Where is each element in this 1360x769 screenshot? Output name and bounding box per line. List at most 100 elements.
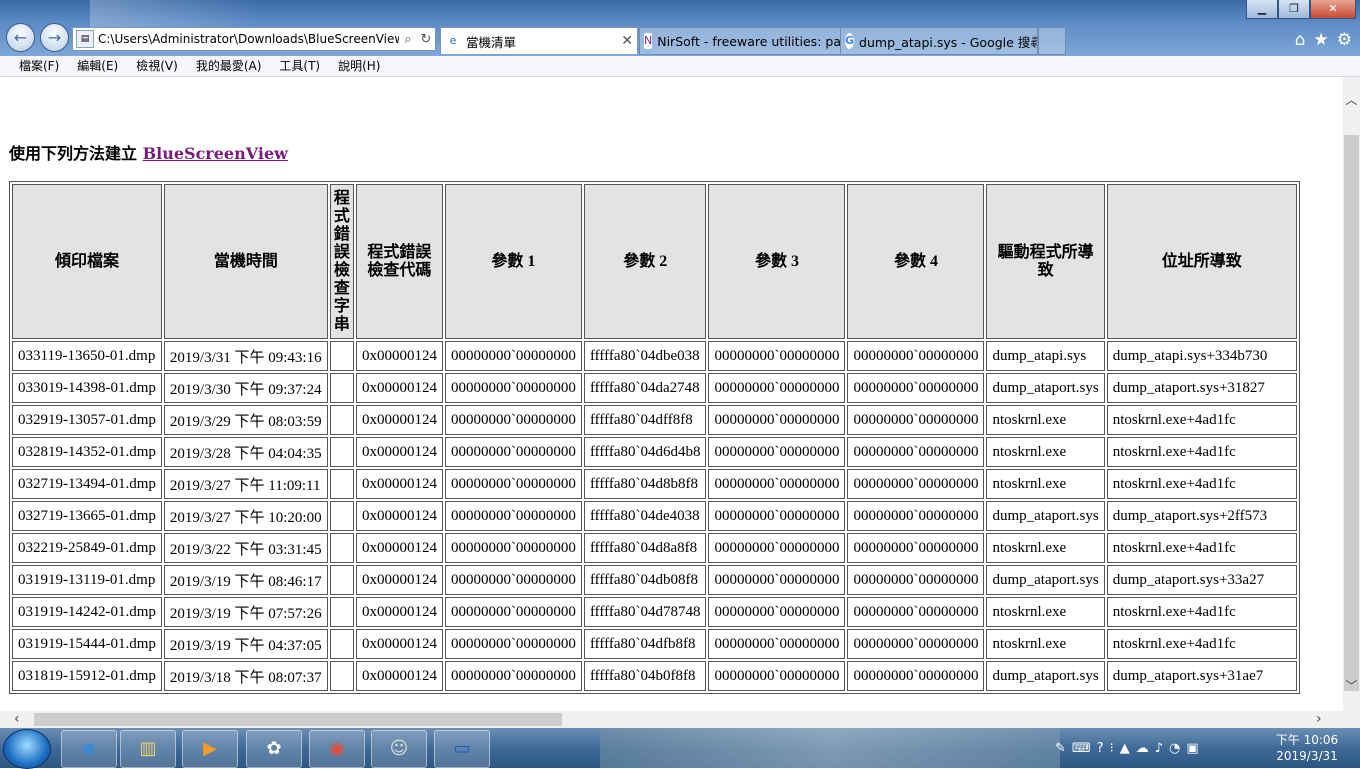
address-url[interactable]: C:\Users\Administrator\Downloads\BlueScr… [98, 32, 399, 46]
menu-view[interactable]: 檢視(V) [127, 56, 187, 76]
table-cell: 2019/3/27 下午 10:20:00 [163, 501, 328, 531]
refresh-icon[interactable]: ↻ [417, 32, 435, 47]
wifi-icon[interactable]: ◔ [1169, 741, 1180, 756]
start-button[interactable] [3, 729, 51, 769]
menu-tools[interactable]: 工具(T) [270, 56, 329, 76]
column-header: 參數 2 [583, 184, 707, 339]
table-cell: ntoskrnl.exe+4ad1fc [1106, 469, 1297, 499]
scroll-right-icon[interactable]: › [1316, 711, 1322, 728]
scrollbar-corner [1343, 711, 1360, 728]
volume-icon[interactable]: ♪ [1155, 741, 1163, 756]
table-cell: 0x00000124 [355, 629, 443, 659]
chrome-icon[interactable]: ◉ [309, 730, 365, 768]
close-window-button[interactable]: ✕ [1310, 0, 1356, 19]
keyboard-icon[interactable]: ⌨ [1072, 741, 1091, 756]
language-icon[interactable]: ✎ [1055, 741, 1066, 756]
tab-label: NirSoft - freeware utilities: pa... [657, 33, 841, 49]
heading-text: 使用下列方法建立 [9, 144, 138, 163]
clock[interactable]: 下午 10:06 2019/3/31 [1268, 732, 1346, 764]
game-app-icon[interactable]: ☺ [371, 730, 427, 768]
table-cell: 00000000`00000000 [708, 373, 846, 403]
table-row: 033019-14398-01.dmp 2019/3/30 下午 09:37:24… [12, 373, 1297, 403]
tab-crash-list[interactable]: e 當機清單 ✕ [440, 27, 638, 54]
table-cell: 00000000`00000000 [444, 501, 582, 531]
search-icon[interactable]: ⌕ [399, 32, 417, 47]
table-cell: 033019-14398-01.dmp [12, 373, 162, 403]
table-cell: 2019/3/19 下午 08:46:17 [163, 565, 328, 595]
favorites-star-icon[interactable]: ★ [1314, 30, 1329, 50]
table-cell: 00000000`00000000 [444, 469, 582, 499]
back-button[interactable]: ← [6, 23, 35, 52]
menu-help[interactable]: 說明(H) [329, 56, 389, 76]
scroll-up-icon[interactable]: ︿ [1343, 91, 1360, 108]
table-cell: 00000000`00000000 [847, 405, 985, 435]
table-cell: 0x00000124 [355, 469, 443, 499]
table-cell: 0x00000124 [355, 597, 443, 627]
google-tab-icon: G [845, 33, 855, 49]
cloud-icon[interactable]: ☁ [1136, 741, 1149, 756]
tab-nirsoft[interactable]: N NirSoft - freeware utilities: pa... [639, 27, 841, 55]
new-tab-button[interactable] [1038, 27, 1066, 55]
table-header-row: 傾印檔案 當機時間 程式錯誤檢查字串 程式錯誤檢查代碼 參數 1 參數 2 參數 3 參數 4… [12, 184, 1297, 339]
table-cell: 00000000`00000000 [708, 661, 846, 691]
close-tab-icon[interactable]: ✕ [621, 33, 633, 49]
table-cell: 032919-13057-01.dmp [12, 405, 162, 435]
menu-edit[interactable]: 編輯(E) [68, 56, 127, 76]
network-app-icon[interactable]: ✿ [246, 730, 302, 768]
horizontal-scrollbar[interactable]: ‹ › [0, 711, 1343, 728]
table-cell [329, 469, 354, 499]
table-cell: 0x00000124 [355, 565, 443, 595]
action-center-icon[interactable]: ▣ [1186, 741, 1198, 756]
address-bar[interactable]: ▤ C:\Users\Administrator\Downloads\BlueS… [72, 27, 436, 51]
tray-handle-icon[interactable]: ⁝ [1110, 741, 1114, 756]
vertical-scrollbar[interactable]: ︿ ﹀ [1343, 77, 1360, 711]
table-cell: fffffa80`04b0f8f8 [583, 661, 707, 691]
ie-icon[interactable]: e [61, 730, 117, 768]
vertical-scroll-thumb[interactable] [1344, 135, 1359, 691]
menu-favorites[interactable]: 我的最愛(A) [187, 56, 271, 76]
table-cell: 00000000`00000000 [708, 533, 846, 563]
table-cell: 2019/3/22 下午 03:31:45 [163, 533, 328, 563]
table-cell: ntoskrnl.exe+4ad1fc [1106, 597, 1297, 627]
monitor-icon[interactable]: ▭ [434, 730, 490, 768]
column-header: 程式錯誤檢查代碼 [355, 184, 443, 339]
table-cell: fffffa80`04dfb8f8 [583, 629, 707, 659]
table-row: 031919-14242-01.dmp 2019/3/19 下午 07:57:26… [12, 597, 1297, 627]
table-cell: 00000000`00000000 [444, 661, 582, 691]
table-cell: 0x00000124 [355, 501, 443, 531]
table-cell [329, 597, 354, 627]
horizontal-scroll-thumb[interactable] [34, 713, 562, 726]
forward-button[interactable]: → [40, 23, 69, 52]
table-cell: dump_ataport.sys+31ae7 [1106, 661, 1297, 691]
column-header: 程式錯誤檢查字串 [329, 184, 354, 339]
settings-gear-icon[interactable]: ⚙ [1337, 30, 1352, 50]
media-player-icon[interactable]: ▶ [182, 730, 238, 768]
explorer-icon[interactable]: ▥ [120, 730, 176, 768]
table-row: 032819-14352-01.dmp 2019/3/28 下午 04:04:35… [12, 437, 1297, 467]
window-controls: ▁ ❐ ✕ [1246, 0, 1356, 19]
maximize-button[interactable]: ❐ [1278, 0, 1310, 19]
home-icon[interactable]: ⌂ [1295, 30, 1306, 50]
table-cell [329, 501, 354, 531]
nirsoft-tab-icon: N [644, 33, 653, 49]
scroll-left-icon[interactable]: ‹ [14, 711, 20, 728]
tab-google-search[interactable]: G dump_atapi.sys - Google 搜尋 [840, 27, 1038, 55]
table-cell: 032719-13665-01.dmp [12, 501, 162, 531]
table-cell: fffffa80`04d8b8f8 [583, 469, 707, 499]
help-icon[interactable]: ? [1097, 741, 1104, 756]
table-cell: 00000000`00000000 [708, 501, 846, 531]
table-row: 032719-13665-01.dmp 2019/3/27 下午 10:20:00… [12, 501, 1297, 531]
table-cell [329, 341, 354, 371]
table-row: 032719-13494-01.dmp 2019/3/27 下午 11:09:11… [12, 469, 1297, 499]
table-cell: 00000000`00000000 [847, 341, 985, 371]
browser-toolbar-icons: ⌂ ★ ⚙ [1295, 30, 1352, 50]
table-cell: fffffa80`04db08f8 [583, 565, 707, 595]
table-cell [329, 565, 354, 595]
show-hidden-icons[interactable]: ▲ [1120, 741, 1130, 756]
scroll-down-icon[interactable]: ﹀ [1343, 677, 1360, 694]
bluescreenview-link[interactable]: BlueScreenView [143, 144, 288, 163]
table-cell [329, 373, 354, 403]
minimize-button[interactable]: ▁ [1246, 0, 1278, 19]
menu-file[interactable]: 檔案(F) [10, 56, 68, 76]
table-cell: ntoskrnl.exe+4ad1fc [1106, 533, 1297, 563]
